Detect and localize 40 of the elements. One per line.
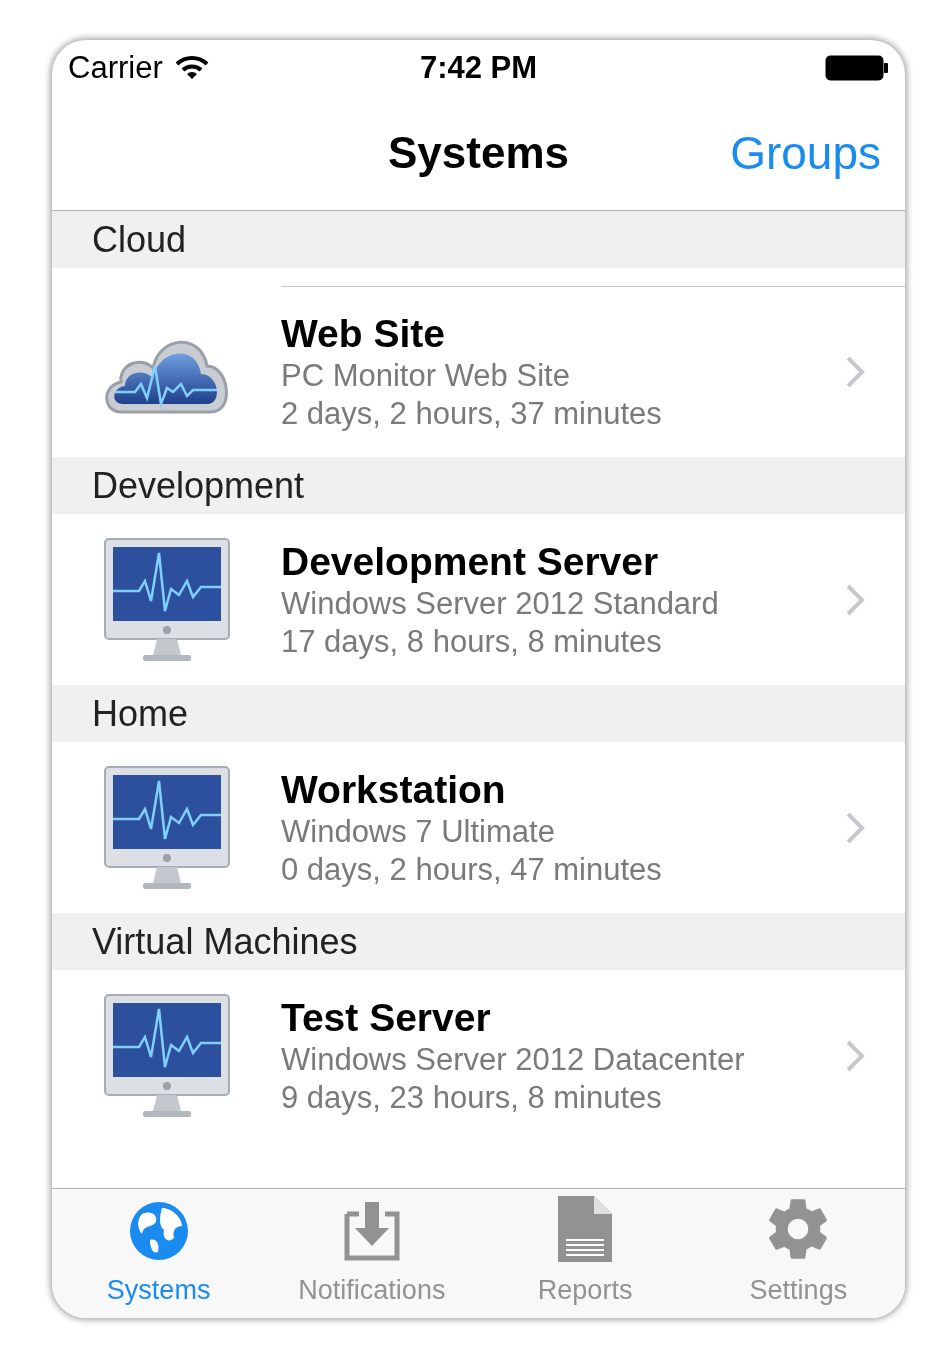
system-description: Windows 7 Ultimate xyxy=(281,812,556,851)
system-uptime: 17 days, 8 hours, 8 minutes xyxy=(281,622,663,661)
system-name: Web Site xyxy=(281,311,446,357)
system-name: Development Server xyxy=(281,538,660,585)
section-header: Development xyxy=(52,457,905,514)
system-row[interactable]: Test Server Windows Server 2012 Datacenter 9 days, 23 hours, 8 minutes xyxy=(52,970,905,1141)
section-header: Virtual Machines xyxy=(52,913,905,970)
system-name: Workstation xyxy=(281,766,507,813)
groups-button[interactable]: Groups xyxy=(730,118,881,188)
system-row[interactable]: Web Site PC Monitor Web Site 2 days, 2 hours, 37 minutes xyxy=(52,268,905,457)
status-time: 7:42 PM xyxy=(419,48,538,87)
tab-item[interactable]: Settings xyxy=(691,1189,905,1318)
battery-icon xyxy=(825,55,889,81)
globe-icon xyxy=(127,1199,190,1262)
system-name: Test Server xyxy=(281,994,492,1041)
system-description: Windows Server 2012 Standard xyxy=(281,584,720,623)
system-description: Windows Server 2012 Datacenter xyxy=(281,1040,746,1079)
system-row[interactable]: Workstation Windows 7 Ultimate 0 days, 2 hours, 47 minutes xyxy=(52,742,905,913)
system-uptime: 2 days, 2 hours, 37 minutes xyxy=(281,395,663,433)
system-row[interactable]: Development Server Windows Server 2012 Standard 17 days, 8 hours, 8 minutes xyxy=(52,514,905,685)
tab-item[interactable]: Systems xyxy=(52,1189,266,1318)
chevron-icon xyxy=(845,810,865,845)
tab-item[interactable]: Notifications xyxy=(265,1189,479,1318)
section-header: Cloud xyxy=(52,211,905,268)
chevron-icon xyxy=(845,582,865,617)
chevron-icon xyxy=(845,1038,865,1073)
monitor-icon xyxy=(102,536,231,663)
chevron-icon xyxy=(845,355,865,389)
system-uptime: 9 days, 23 hours, 8 minutes xyxy=(281,1078,663,1117)
section-header: Home xyxy=(52,685,905,742)
monitor-icon xyxy=(102,992,231,1119)
nav-title: Systems xyxy=(388,127,569,179)
system-uptime: 0 days, 2 hours, 47 minutes xyxy=(281,850,663,889)
tab-item[interactable]: Reports xyxy=(478,1189,692,1318)
carrier-label: Carrier xyxy=(68,48,163,87)
system-description: PC Monitor Web Site xyxy=(281,357,571,395)
document-icon xyxy=(558,1195,613,1262)
monitor-icon xyxy=(102,764,231,891)
download-icon xyxy=(342,1199,401,1262)
wifi-icon xyxy=(174,55,209,81)
